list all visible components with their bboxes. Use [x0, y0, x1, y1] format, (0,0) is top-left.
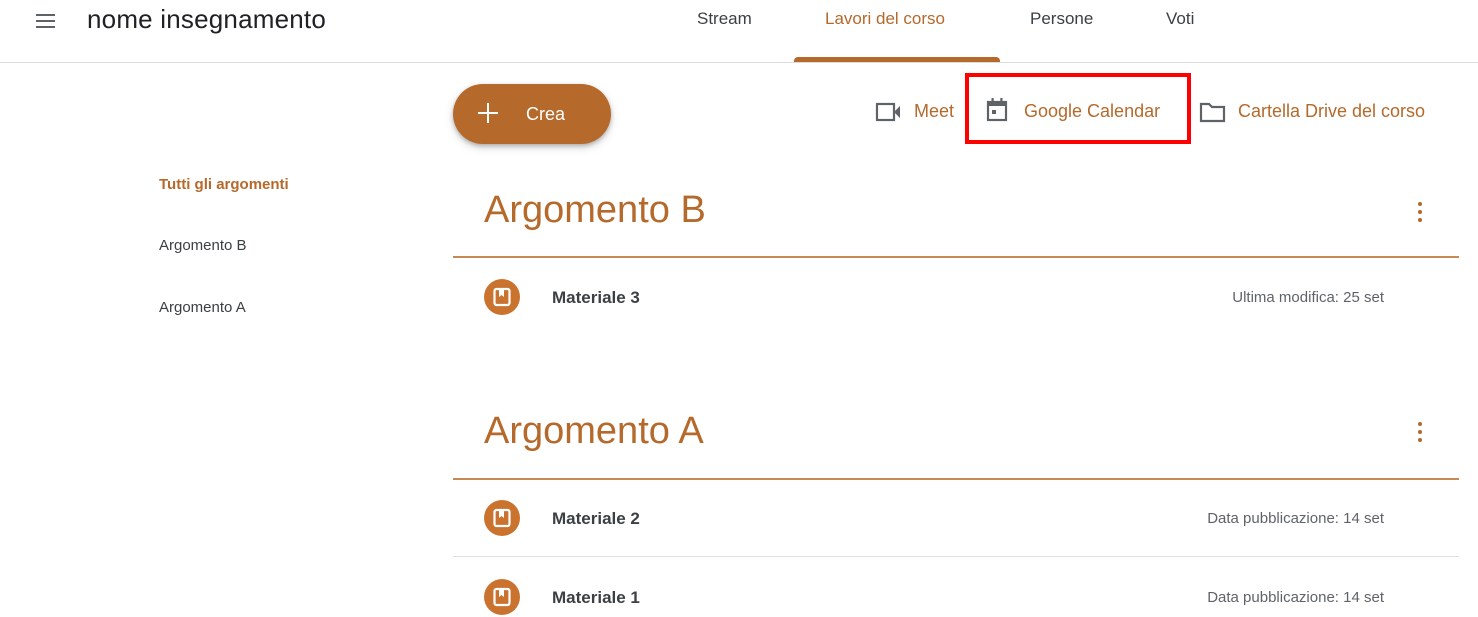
tab-people[interactable]: Persone [1030, 9, 1093, 29]
meet-link-label: Meet [914, 101, 955, 121]
create-button[interactable]: Crea [453, 84, 611, 144]
meet-link[interactable]: Meet [875, 100, 961, 126]
more-vertical-icon[interactable] [1413, 422, 1429, 448]
material-date: Ultima modifica: 25 set [1232, 289, 1384, 306]
drive-folder-link[interactable]: Cartella Drive del corso [1199, 100, 1459, 126]
topic-heading[interactable]: Argomento B [484, 189, 706, 232]
book-icon [484, 579, 520, 615]
plus-icon [477, 102, 499, 124]
list-item[interactable]: Materiale 3 Ultima modifica: 25 set [453, 270, 1459, 326]
top-app-bar: nome insegnamento Stream Lavori del cors… [0, 0, 1478, 63]
list-item[interactable]: Materiale 1 Data pubblicazione: 14 set [453, 570, 1459, 617]
create-button-label: Crea [526, 104, 566, 124]
row-divider [453, 556, 1459, 557]
list-item[interactable]: Materiale 2 Data pubblicazione: 14 set [453, 491, 1459, 547]
book-icon [484, 500, 520, 536]
topic-divider [453, 256, 1459, 258]
drive-folder-link-label: Cartella Drive del corso [1238, 101, 1426, 121]
more-vertical-icon[interactable] [1413, 202, 1429, 228]
tab-grades[interactable]: Voti [1166, 9, 1194, 29]
google-calendar-link[interactable]: Google Calendar [985, 98, 1180, 126]
video-camera-icon [875, 102, 900, 122]
topic-divider [453, 478, 1459, 480]
tab-stream[interactable]: Stream [697, 9, 752, 29]
tab-classwork[interactable]: Lavori del corso [825, 9, 945, 29]
material-title: Materiale 2 [552, 509, 640, 528]
calendar-icon [986, 98, 1008, 122]
material-date: Data pubblicazione: 14 set [1207, 589, 1384, 606]
folder-icon [1199, 102, 1226, 123]
material-title: Materiale 3 [552, 288, 640, 307]
topic-filter-argomento-b[interactable]: Argomento B [159, 237, 247, 254]
classroom-page: nome insegnamento Stream Lavori del cors… [0, 0, 1478, 617]
hamburger-menu-icon[interactable] [36, 12, 60, 30]
course-title[interactable]: nome insegnamento [87, 4, 326, 35]
book-icon [484, 279, 520, 315]
active-tab-indicator [794, 57, 1000, 62]
material-title: Materiale 1 [552, 588, 640, 607]
topic-filter-all[interactable]: Tutti gli argomenti [159, 176, 289, 193]
google-calendar-link-label: Google Calendar [1024, 101, 1161, 121]
topic-heading[interactable]: Argomento A [484, 410, 704, 453]
material-date: Data pubblicazione: 14 set [1207, 510, 1384, 527]
topic-filter-argomento-a[interactable]: Argomento A [159, 299, 246, 316]
